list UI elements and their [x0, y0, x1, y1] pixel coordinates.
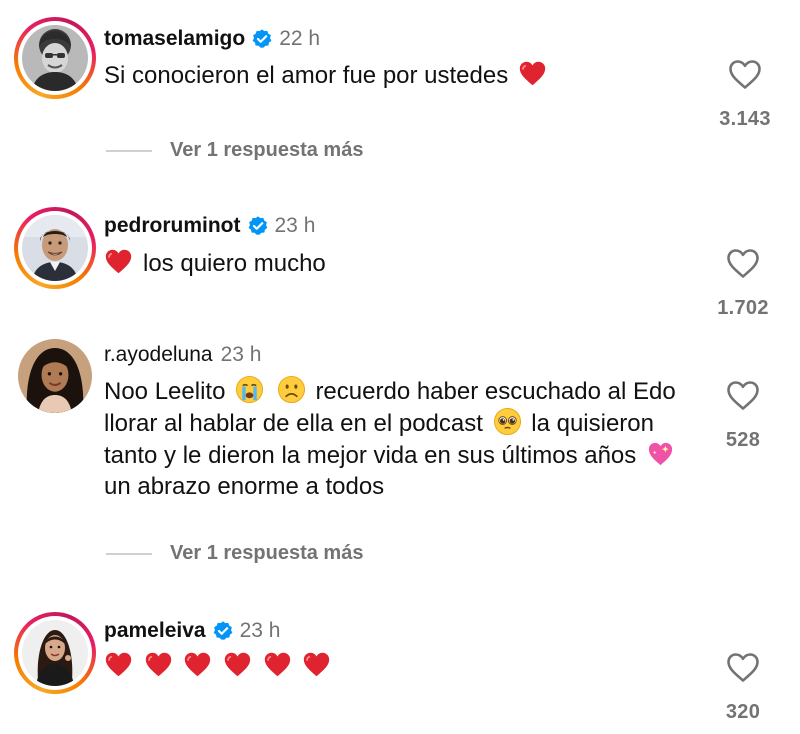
avatar[interactable] — [14, 612, 96, 694]
comment-text: los quiero mucho — [104, 247, 704, 279]
red-heart-emoji-icon — [263, 650, 292, 679]
like-section: 1.702 — [698, 248, 788, 320]
red-heart-emoji-icon — [223, 650, 252, 679]
crying-face-emoji-icon — [235, 375, 264, 404]
comment-item: pedroruminot 23 h los quiero mucho 1.702 — [0, 180, 800, 330]
comment-item: tomaselamigo 22 h Si conocieron el amor … — [0, 0, 800, 180]
like-section: 3.143 — [700, 59, 790, 131]
pleading-face-emoji-icon — [493, 407, 522, 436]
avatar-ayodeluna-icon — [18, 339, 92, 413]
like-count[interactable]: 320 — [698, 701, 788, 724]
comment-text-segment: un abrazo enorme a todos — [104, 473, 385, 500]
comment-text-segment: Noo Leelito — [104, 378, 226, 405]
comment-username[interactable]: tomaselamigo — [104, 26, 245, 52]
verified-badge-icon — [251, 28, 273, 50]
replies-divider — [106, 149, 152, 152]
avatar-pedroruminot-icon — [22, 215, 88, 281]
avatar[interactable] — [14, 335, 96, 417]
like-count[interactable]: 3.143 — [700, 108, 790, 131]
heart-outline-icon[interactable] — [726, 652, 760, 683]
comment-text-segment: los quiero mucho — [143, 250, 326, 277]
like-count[interactable]: 1.702 — [698, 297, 788, 320]
avatar[interactable] — [14, 207, 96, 289]
frowning-face-emoji-icon — [277, 375, 306, 404]
comments-list: tomaselamigo 22 h Si conocieron el amor … — [0, 0, 800, 734]
comment-timestamp: 23 h — [220, 343, 262, 366]
comment-timestamp: 22 h — [279, 27, 321, 50]
comment-item: r.ayodeluna 23 h Noo Leelito recuerdo ha… — [0, 330, 800, 590]
heart-outline-icon[interactable] — [728, 59, 762, 90]
avatar-pameleiva-icon — [22, 620, 88, 686]
red-heart-emoji-icon — [302, 650, 331, 679]
red-heart-emoji-icon — [518, 59, 547, 88]
view-replies-label: Ver 1 respuesta más — [170, 139, 364, 161]
comment-text: Noo Leelito recuerdo haber escuchado al … — [104, 375, 694, 502]
verified-badge-icon — [212, 620, 234, 642]
sparkling-heart-emoji-icon — [646, 439, 675, 468]
view-replies-button[interactable]: Ver 1 respuesta más — [106, 542, 363, 565]
comment-username[interactable]: pameleiva — [104, 618, 206, 644]
verified-badge-icon — [247, 215, 269, 237]
like-section: 320 — [698, 652, 788, 724]
heart-outline-icon[interactable] — [726, 248, 760, 279]
replies-divider — [106, 552, 152, 555]
like-count[interactable]: 528 — [698, 429, 788, 452]
red-heart-emoji-icon — [104, 247, 133, 276]
view-replies-label: Ver 1 respuesta más — [170, 542, 364, 564]
comment-item: pameleiva 23 h 320 — [0, 590, 800, 734]
comment-text-segment: Si conocieron el amor fue por ustedes — [104, 62, 509, 89]
comment-username[interactable]: r.ayodeluna — [104, 342, 213, 368]
red-heart-emoji-icon — [104, 650, 133, 679]
comment-timestamp: 23 h — [239, 619, 281, 642]
view-replies-button[interactable]: Ver 1 respuesta más — [106, 139, 363, 162]
comment-timestamp: 23 h — [274, 214, 316, 237]
avatar[interactable] — [14, 17, 96, 99]
red-heart-emoji-icon — [144, 650, 173, 679]
like-section: 528 — [698, 380, 788, 452]
comment-text — [104, 650, 704, 682]
comment-text: Si conocieron el amor fue por ustedes — [104, 59, 704, 91]
comment-username[interactable]: pedroruminot — [104, 213, 241, 239]
red-heart-emoji-icon — [183, 650, 212, 679]
avatar-tomaselamigo-icon — [22, 25, 88, 91]
heart-outline-icon[interactable] — [726, 380, 760, 411]
